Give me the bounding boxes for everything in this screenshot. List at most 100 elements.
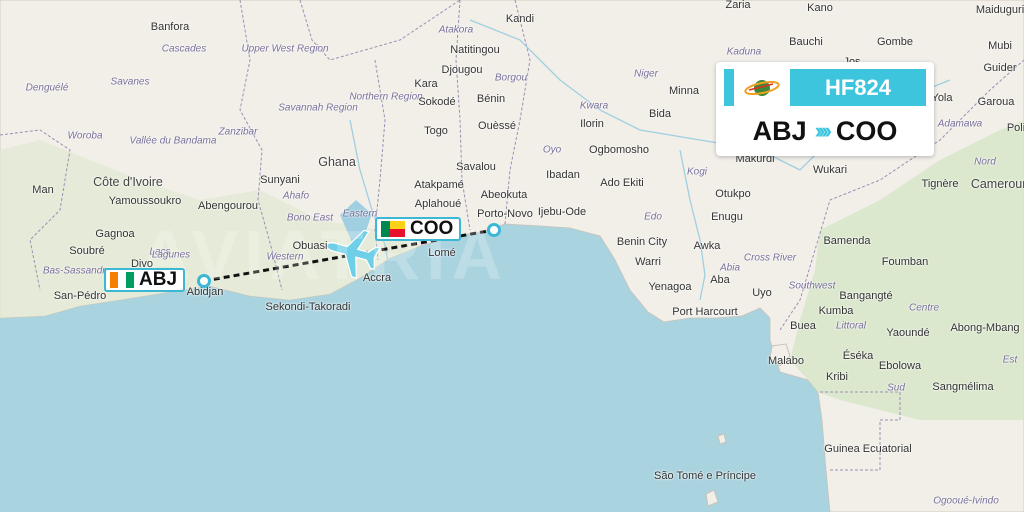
place-label: Upper West Region: [241, 43, 329, 55]
flight-number: HF824: [824, 75, 892, 100]
place-label: Porto-Novo: [477, 208, 533, 220]
place-label: Guider: [983, 62, 1017, 74]
place-label: Poli: [1006, 122, 1024, 134]
benin-flag-icon: [381, 221, 405, 237]
principe-island: [717, 433, 727, 445]
place-label: Kumba: [818, 305, 854, 317]
place-label: Ilorin: [580, 118, 604, 130]
place-label: Kano: [807, 2, 833, 14]
place-label: Ogbomosho: [589, 144, 649, 156]
place-label: Lomé: [428, 247, 456, 259]
place-label: Est: [1002, 354, 1018, 366]
place-label: Côte d'Ivoire: [93, 175, 163, 189]
place-label: Malabo: [767, 355, 805, 367]
place-label: Kandi: [505, 13, 535, 25]
place-label: Abong-Mbang: [950, 322, 1020, 334]
place-label: Yaoundé: [886, 327, 930, 339]
place-label: São Tomé e Príncipe: [654, 470, 756, 482]
cote-divoire-flag-icon: [110, 272, 134, 288]
place-label: Awka: [693, 240, 721, 252]
place-label: Bangangté: [839, 290, 893, 302]
flight-info-card[interactable]: HF824 ABJ ›››› COO: [716, 62, 934, 156]
place-label: Port Harcourt: [672, 306, 738, 318]
place-label: Aba: [710, 274, 730, 286]
place-label: Otukpo: [715, 188, 751, 200]
place-label: Kogi: [686, 166, 708, 178]
origin-airport-marker[interactable]: [197, 274, 211, 288]
place-label: Savanes: [110, 76, 150, 88]
place-label: Sekondi-Takoradi: [265, 301, 351, 313]
place-label: Obuasi: [292, 240, 328, 252]
place-label: Wukari: [812, 164, 848, 176]
place-label: Bas-Sassandra: [42, 265, 112, 277]
place-label: Ahafo: [282, 190, 310, 202]
place-label: Lagunes: [151, 249, 191, 261]
place-label: Nord: [974, 156, 996, 168]
place-label: Yola: [931, 92, 953, 104]
place-label: Warri: [635, 256, 661, 268]
place-label: Benin City: [616, 236, 668, 248]
place-label: Sud: [887, 382, 905, 394]
place-label: Ouèssé: [478, 120, 516, 132]
destination-airport-code: COO: [410, 218, 454, 239]
route-origin-code: ABJ: [752, 115, 807, 146]
place-label: Banfora: [150, 21, 190, 33]
place-label: Zaria: [725, 0, 751, 11]
place-label: Garoua: [977, 96, 1015, 108]
place-label: Gagnoa: [95, 228, 135, 240]
place-label: Bénin: [476, 93, 506, 105]
place-label: Djougou: [441, 64, 483, 76]
place-label: Sunyani: [260, 174, 300, 186]
airline-logo-icon: [724, 69, 790, 106]
place-label: Oyo: [542, 144, 562, 156]
place-label: Ogooué-Ivindo: [933, 495, 999, 507]
place-label: Bono East: [286, 212, 334, 224]
place-label: Aplahoué: [414, 198, 462, 210]
place-label: Minna: [669, 85, 699, 97]
place-label: Yenagoa: [648, 281, 692, 293]
place-label: Savalou: [456, 161, 496, 173]
place-label: Zanzibar: [218, 126, 258, 138]
place-label: Niger: [634, 68, 658, 80]
origin-airport-tag[interactable]: ABJ: [104, 268, 186, 292]
place-label: Eastern: [342, 208, 378, 220]
place-label: Atakora: [438, 24, 474, 36]
route-summary: ABJ ›››› COO: [716, 112, 934, 150]
place-label: San-Pédro: [53, 290, 107, 302]
place-label: Foumban: [881, 256, 929, 268]
place-label: Soubré: [69, 245, 105, 257]
route-destination-code: COO: [835, 115, 898, 146]
place-label: Bauchi: [789, 36, 823, 48]
place-label: Western: [266, 251, 304, 263]
place-label: Denguélé: [25, 82, 69, 94]
destination-airport-marker[interactable]: [487, 223, 501, 237]
destination-airport-tag[interactable]: COO: [375, 217, 462, 241]
place-label: Ebolowa: [878, 360, 922, 372]
place-label: Mubi: [988, 40, 1012, 52]
place-label: Ijebu-Ode: [537, 206, 587, 218]
flight-header-bar: HF824: [724, 69, 926, 106]
place-label: Ado Ekiti: [600, 177, 644, 189]
place-label: Southwest: [788, 280, 836, 292]
place-label: Cascades: [161, 43, 207, 55]
place-label: Cross River: [743, 252, 797, 264]
place-label: Centre: [908, 302, 940, 314]
place-label: Ghana: [318, 155, 356, 169]
place-label: Man: [32, 184, 54, 196]
place-label: Enugu: [711, 211, 743, 223]
place-label: Cameroun: [970, 177, 1024, 191]
place-label: Sangmélima: [932, 381, 994, 393]
place-label: Buea: [790, 320, 816, 332]
origin-airport-code: ABJ: [139, 269, 178, 290]
place-label: Abengourou: [198, 200, 258, 212]
place-label: Kribi: [825, 371, 849, 383]
map-stage: AVIATRIA Banfora Kandi Zaria Kano Bauchi Gomb…: [0, 0, 1024, 512]
place-label: Woroba: [67, 130, 103, 142]
place-label: Tignère: [921, 178, 959, 190]
place-label: Abia: [719, 262, 741, 274]
place-label: Kwara: [579, 100, 609, 112]
place-label: Sokodé: [418, 96, 456, 108]
place-label: Adamawa: [937, 118, 983, 130]
place-label: Uyo: [752, 287, 772, 299]
place-label: Yamoussoukro: [108, 195, 182, 207]
